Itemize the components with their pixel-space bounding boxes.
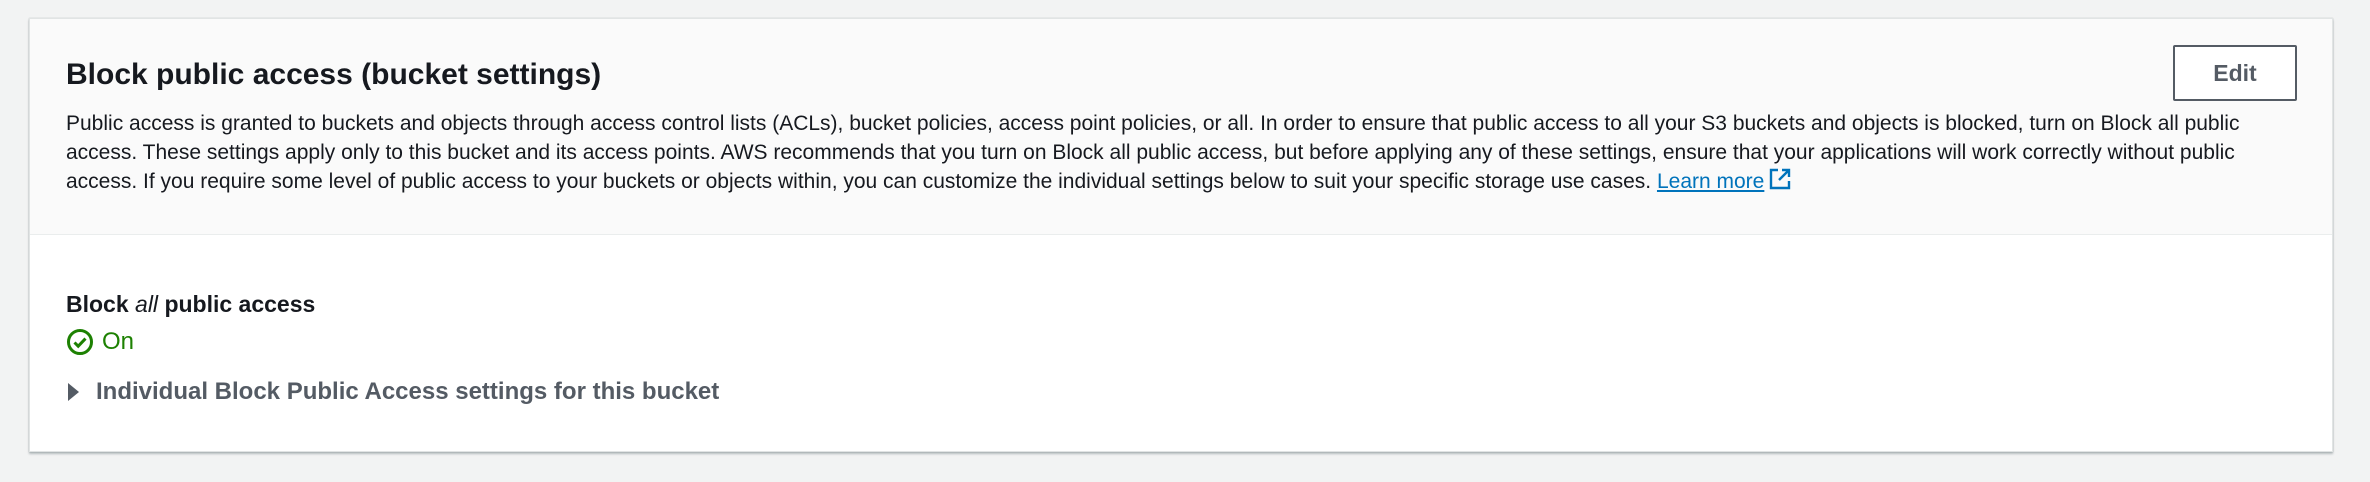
panel-header: Block public access (bucket settings) Pu… [30,19,2332,235]
block-public-access-panel: Block public access (bucket settings) Pu… [29,18,2333,452]
expander-label: Individual Block Public Access settings … [96,378,720,405]
label-prefix: Block [66,291,129,317]
external-link-icon [1770,168,1791,190]
status-text: On [102,328,135,355]
block-all-public-access-label: Block all public access [66,289,315,319]
description-text: Public access is granted to buckets and … [66,112,2240,193]
check-circle-icon [67,329,93,355]
status-indicator: On [66,326,134,358]
panel-title: Block public access (bucket settings) [66,58,602,91]
caret-right-icon [68,383,79,401]
label-emphasis: all [135,291,159,317]
learn-more-link[interactable]: Learn more [1656,168,1792,193]
learn-more-label: Learn more [1656,170,1765,193]
label-suffix: public access [164,291,316,317]
edit-button[interactable]: Edit [2173,45,2297,101]
individual-settings-expander[interactable]: Individual Block Public Access settings … [66,375,719,409]
panel-description: Public access is granted to buckets and … [66,109,2306,196]
